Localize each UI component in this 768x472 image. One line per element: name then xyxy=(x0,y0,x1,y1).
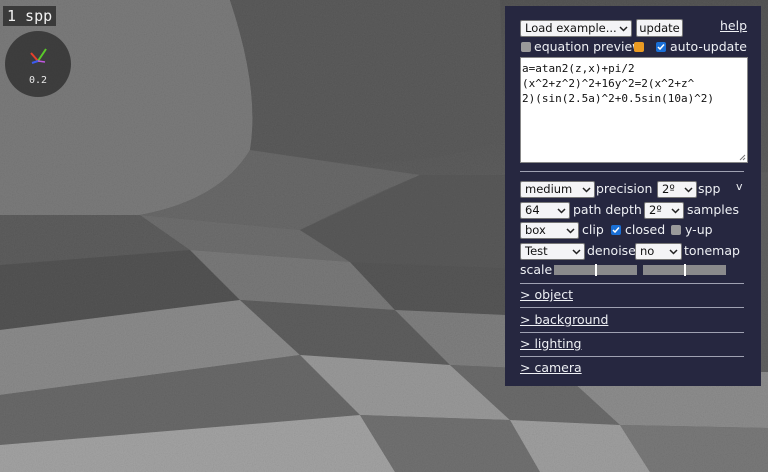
auto-update-checkbox[interactable] xyxy=(656,42,666,52)
equation-line: (x^2+z^2)^2+16y^2=2(x^2+z^ xyxy=(522,77,695,90)
divider xyxy=(520,171,744,172)
y-up-checkbox[interactable] xyxy=(671,225,681,235)
samples-select-value: 2º xyxy=(649,203,662,217)
clip-select[interactable]: box xyxy=(520,222,579,239)
chevron-down-icon xyxy=(566,228,575,234)
spp-readout: 1 spp xyxy=(3,6,57,26)
tonemap-select-value: no xyxy=(640,244,655,258)
path-depth-label: path depth xyxy=(573,202,642,217)
chevron-down-icon xyxy=(572,249,581,255)
version-label[interactable]: v xyxy=(736,179,743,194)
checkmark-icon xyxy=(612,227,620,234)
slider-thumb[interactable] xyxy=(683,264,686,276)
spp-label: spp xyxy=(698,181,721,196)
chevron-down-icon xyxy=(669,249,678,255)
help-link[interactable]: help xyxy=(720,18,747,33)
samples-label: samples xyxy=(687,202,739,217)
divider xyxy=(520,332,744,333)
spp-select-value: 2º xyxy=(662,182,675,196)
chevron-down-icon xyxy=(582,187,591,193)
section-object[interactable]: > object xyxy=(520,287,573,302)
precision-label: precision xyxy=(596,181,653,196)
equation-preview-color-box[interactable] xyxy=(634,42,644,52)
auto-update-label: auto-update xyxy=(670,39,747,54)
divider xyxy=(520,307,744,308)
equation-preview-checkbox[interactable] xyxy=(521,42,531,52)
clip-select-value: box xyxy=(525,223,546,237)
axis-y-icon xyxy=(37,48,47,62)
resize-grip-icon[interactable] xyxy=(738,153,746,161)
denoise-select-value: Test xyxy=(525,244,548,258)
chevron-down-icon xyxy=(671,208,680,214)
equation-line: a=atan2(z,x)+pi/2 xyxy=(522,62,635,75)
control-panel: Load example... update help equation pre… xyxy=(505,6,761,386)
divider xyxy=(520,283,744,284)
example-select-value: Load example... xyxy=(525,21,617,35)
closed-label: closed xyxy=(625,222,666,237)
axis-neg-icon xyxy=(37,60,46,63)
spp-select[interactable]: 2º xyxy=(657,181,697,198)
section-camera[interactable]: > camera xyxy=(520,360,582,375)
axis-x-icon xyxy=(30,52,39,62)
equation-editor[interactable]: a=atan2(z,x)+pi/2 (x^2+z^2)^2+16y^2=2(x^… xyxy=(520,57,748,163)
checkmark-icon xyxy=(657,44,665,51)
precision-select[interactable]: medium xyxy=(520,181,595,198)
y-up-label: y-up xyxy=(685,222,713,237)
axes-gizmo-graphic xyxy=(30,48,47,64)
closed-checkbox[interactable] xyxy=(611,225,621,235)
chevron-down-icon xyxy=(619,26,628,32)
axis-z-icon xyxy=(31,60,39,64)
equation-line: 2)(sin(2.5a)^2+0.5sin(10a)^2) xyxy=(522,92,715,105)
divider xyxy=(520,356,744,357)
clip-label: clip xyxy=(582,222,604,237)
path-depth-select[interactable]: 64 xyxy=(520,202,570,219)
equation-preview-label: equation preview xyxy=(534,39,643,54)
scale-slider-2[interactable] xyxy=(643,264,726,276)
axes-gizmo[interactable]: 0.2 xyxy=(5,31,71,97)
tonemap-label: tonemap xyxy=(684,243,740,258)
chevron-down-icon xyxy=(684,187,693,193)
scale-label: scale xyxy=(520,262,553,277)
denoise-select[interactable]: Test xyxy=(520,243,585,260)
tonemap-select[interactable]: no xyxy=(635,243,682,260)
samples-select[interactable]: 2º xyxy=(644,202,684,219)
update-button[interactable]: update xyxy=(636,19,683,37)
denoise-label: denoise xyxy=(587,243,636,258)
section-background[interactable]: > background xyxy=(520,312,608,327)
scale-slider-1[interactable] xyxy=(554,264,637,276)
example-select[interactable]: Load example... xyxy=(520,20,632,37)
section-lighting[interactable]: > lighting xyxy=(520,336,581,351)
chevron-down-icon xyxy=(557,208,566,214)
slider-thumb[interactable] xyxy=(594,264,597,276)
path-depth-select-value: 64 xyxy=(525,203,540,217)
gizmo-scale-label: 0.2 xyxy=(28,75,48,86)
precision-select-value: medium xyxy=(525,182,573,196)
